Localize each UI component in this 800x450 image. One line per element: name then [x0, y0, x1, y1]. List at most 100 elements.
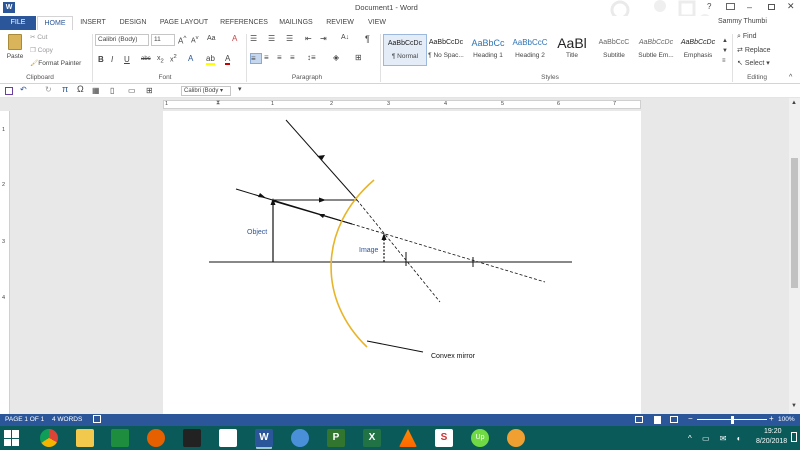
word-count[interactable]: 4 WORDS	[52, 416, 82, 423]
shading-icon[interactable]: ◈	[333, 53, 339, 62]
scroll-thumb[interactable]	[791, 158, 798, 288]
show-marks-icon[interactable]: ¶	[365, 34, 370, 44]
tab-file[interactable]: FILE	[0, 16, 36, 30]
ribbon-display-icon[interactable]	[726, 3, 735, 10]
horizontal-ruler[interactable]: 1 1 2 3 4 5 6 7 ⧗	[163, 100, 641, 109]
align-left-icon[interactable]: ≡	[250, 53, 262, 64]
omega-icon[interactable]: Ω	[77, 84, 84, 94]
start-icon[interactable]	[4, 430, 20, 446]
italic-icon[interactable]: I	[111, 55, 113, 64]
numbering-icon[interactable]: ☰	[268, 34, 275, 43]
print-layout-icon[interactable]	[654, 416, 661, 424]
page-count[interactable]: PAGE 1 OF 1	[5, 416, 44, 423]
decrease-indent-icon[interactable]: ⇤	[305, 34, 312, 43]
vertical-scrollbar[interactable]: ▲ ▼	[789, 98, 800, 414]
grow-font-icon[interactable]: A^	[178, 35, 186, 46]
chrome-icon[interactable]	[40, 429, 58, 447]
zoom-level[interactable]: 100%	[778, 416, 795, 423]
project-icon[interactable]: P	[327, 429, 345, 447]
document-page[interactable]: Object Image Convex mirror	[163, 111, 641, 414]
style-heading-2[interactable]: AaBbCcC Heading 2	[508, 34, 552, 66]
zoom-in-button[interactable]: +	[769, 414, 774, 423]
select-button[interactable]: ↖ Select ▾	[737, 59, 770, 67]
qat-font-select[interactable]: Calibri (Body ▾	[181, 86, 231, 96]
bullets-icon[interactable]: ☰	[250, 34, 257, 43]
browser-icon[interactable]	[507, 429, 525, 447]
tab-page-layout[interactable]: PAGE LAYOUT	[158, 16, 210, 30]
equation-icon[interactable]: π	[62, 84, 68, 94]
underline-icon[interactable]: U	[124, 55, 130, 64]
clock-date[interactable]: 8/20/2018	[756, 438, 787, 445]
format-painter-button[interactable]: 🖌Format Painter	[30, 59, 81, 67]
style-subtitle[interactable]: AaBbCcC Subtitle	[592, 34, 636, 66]
align-right-icon[interactable]: ≡	[277, 53, 282, 62]
clock-time[interactable]: 19:20	[764, 428, 782, 435]
style-emphasis[interactable]: AaBbCcDc Emphasis	[676, 34, 720, 66]
tab-review[interactable]: REVIEW	[325, 16, 355, 30]
app-icon[interactable]	[183, 429, 201, 447]
line-spacing-icon[interactable]: ↕≡	[307, 53, 316, 62]
tray-icons[interactable]: ^ ▭ ✉ ◐	[688, 434, 746, 443]
clear-format-icon[interactable]: A	[232, 34, 237, 43]
style-no-spacing[interactable]: AaBbCcDc ¶ No Spac...	[424, 34, 468, 66]
firefox-icon[interactable]	[147, 429, 165, 447]
calculator-icon[interactable]	[111, 429, 129, 447]
multilevel-list-icon[interactable]: ☰	[286, 34, 293, 43]
vlc-icon[interactable]	[399, 429, 417, 447]
font-name-select[interactable]: Calibri (Body)	[95, 34, 149, 46]
notifications-icon[interactable]	[791, 432, 797, 442]
file-explorer-icon[interactable]	[76, 429, 94, 447]
tab-design[interactable]: DESIGN	[116, 16, 150, 30]
font-color-icon[interactable]: A	[225, 54, 231, 65]
increase-indent-icon[interactable]: ⇥	[320, 34, 327, 43]
tab-mailings[interactable]: MAILINGS	[277, 16, 315, 30]
sublime-icon[interactable]: S	[435, 429, 453, 447]
close-icon[interactable]: ✕	[787, 1, 795, 12]
justify-icon[interactable]: ≡	[290, 53, 295, 62]
paste-button[interactable]: Paste	[4, 34, 26, 68]
tab-references[interactable]: REFERENCES	[218, 16, 270, 30]
textbox-icon[interactable]: ▭	[128, 86, 136, 95]
style-heading-1[interactable]: AaBbCc Heading 1	[466, 34, 510, 66]
word-taskbar-icon[interactable]: W	[255, 429, 273, 447]
undo-icon[interactable]: ↶	[20, 85, 27, 94]
insert-picture-icon[interactable]: ▦	[92, 86, 100, 95]
word-app-icon[interactable]: W	[3, 2, 15, 13]
minimize-icon[interactable]: –	[747, 2, 752, 12]
bold-icon[interactable]: B	[98, 55, 104, 64]
zoom-thumb[interactable]	[731, 416, 734, 424]
excel-icon[interactable]: X	[363, 429, 381, 447]
vertical-ruler[interactable]: 1 2 3 4	[0, 111, 10, 414]
style-normal[interactable]: AaBbCcDc ¶ Normal	[383, 34, 427, 66]
ray-diagram[interactable]	[163, 111, 641, 414]
find-button[interactable]: ⌕ Find	[737, 33, 757, 41]
tab-home[interactable]: HOME	[37, 16, 73, 30]
shrink-font-icon[interactable]: Av	[191, 35, 199, 44]
zoom-out-button[interactable]: −	[688, 414, 693, 423]
scroll-down-icon[interactable]: ▼	[791, 403, 797, 409]
text-effects-icon[interactable]: A	[188, 54, 193, 63]
upwork-icon[interactable]: Up	[471, 429, 489, 447]
sort-icon[interactable]: A↓	[341, 34, 349, 41]
save-icon[interactable]	[5, 87, 13, 95]
indent-marker-icon[interactable]: ⧗	[216, 100, 220, 107]
scroll-up-icon[interactable]: ▲	[791, 100, 797, 106]
user-name[interactable]: Sammy Thumbi	[718, 18, 767, 25]
customize-qat-icon[interactable]: ▾	[238, 85, 242, 93]
styles-scroll-icon[interactable]: ▲ ▼ ≡	[722, 36, 728, 66]
tab-view[interactable]: VIEW	[365, 16, 389, 30]
change-case-icon[interactable]: Aa	[207, 35, 216, 42]
subscript-icon[interactable]: x2	[157, 55, 164, 64]
tab-insert[interactable]: INSERT	[76, 16, 110, 30]
borders-icon[interactable]: ⊞	[355, 53, 362, 62]
copy-button[interactable]: ❐ Copy	[30, 46, 53, 54]
style-title[interactable]: AaBl Title	[550, 34, 594, 66]
style-subtle-emphasis[interactable]: AaBbCcDc Subtle Em...	[634, 34, 678, 66]
read-mode-icon[interactable]	[635, 416, 643, 423]
font-size-select[interactable]: 11	[151, 34, 175, 46]
network-app-icon[interactable]	[219, 429, 237, 447]
maximize-icon[interactable]	[768, 4, 775, 10]
redo-icon[interactable]: ↻	[45, 85, 52, 94]
table-icon[interactable]: ⊞	[146, 86, 153, 95]
align-center-icon[interactable]: ≡	[264, 53, 269, 62]
